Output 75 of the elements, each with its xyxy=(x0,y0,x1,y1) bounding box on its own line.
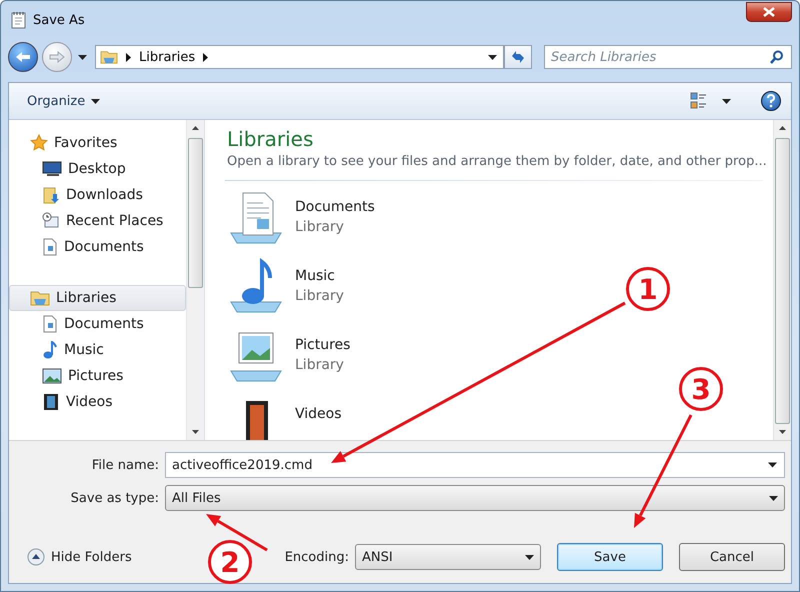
videos-library-icon xyxy=(245,400,269,440)
scroll-down-icon xyxy=(192,430,199,434)
film-strip-icon xyxy=(42,393,60,411)
refresh-button[interactable] xyxy=(504,45,532,69)
refresh-icon xyxy=(510,50,526,64)
library-name[interactable]: Videos xyxy=(295,404,342,424)
sidebar-item[interactable]: Downloads xyxy=(9,182,186,208)
field-label: Save as type: xyxy=(70,490,159,506)
caret-icon xyxy=(91,98,100,104)
picture-icon xyxy=(42,368,62,384)
breadcrumb-item[interactable]: Libraries xyxy=(139,50,196,64)
history-dropdown[interactable] xyxy=(76,54,89,60)
monitor-icon xyxy=(42,161,62,177)
details-view-icon xyxy=(690,92,708,110)
library-name[interactable]: Documents xyxy=(295,197,375,217)
scrollbar[interactable] xyxy=(186,120,204,440)
chevron-right-icon xyxy=(126,52,131,62)
collapse-icon xyxy=(27,548,45,566)
cancel-button[interactable]: Cancel xyxy=(679,543,785,571)
sidebar-item[interactable]: Documents xyxy=(9,311,186,337)
back-button[interactable] xyxy=(8,42,38,72)
library-folder-icon xyxy=(100,49,118,65)
close-icon xyxy=(763,7,775,17)
encoding-dropdown[interactable]: ANSI xyxy=(355,544,541,570)
star-icon xyxy=(30,134,48,152)
annotation-arrow xyxy=(206,514,268,552)
notepad-icon xyxy=(11,11,27,29)
library-type: Library xyxy=(295,287,344,306)
library-type: Library xyxy=(295,356,345,375)
folder-download-icon xyxy=(42,186,60,204)
save-button[interactable]: Save xyxy=(557,543,663,571)
library-name[interactable]: Pictures xyxy=(295,335,350,355)
library-description: Open a library to see your files and arrange them by folder, date, and other prop... xyxy=(227,153,768,171)
dropdown-caret-icon xyxy=(525,554,534,560)
sidebar-item[interactable]: Pictures xyxy=(9,363,186,389)
sidebar-group[interactable]: Favorites xyxy=(9,130,186,156)
field-label: Encoding: xyxy=(284,550,349,564)
library-folder-icon xyxy=(30,289,50,307)
library-heading: Libraries xyxy=(227,126,314,152)
sidebar-item[interactable]: Desktop xyxy=(9,156,186,182)
chevron-right-icon xyxy=(203,52,208,62)
dropdown-caret-icon xyxy=(78,54,87,60)
help-button[interactable] xyxy=(761,91,781,111)
back-arrow-icon xyxy=(15,51,31,63)
hide-folders-button[interactable]: Hide Folders xyxy=(25,546,134,568)
music-note-icon xyxy=(42,341,58,359)
sidebar-group[interactable]: Libraries xyxy=(9,285,186,311)
sidebar-item[interactable]: Documents xyxy=(9,234,186,260)
search-field[interactable]: Search Libraries xyxy=(544,45,792,69)
scroll-up-icon xyxy=(192,126,199,130)
save-type-dropdown[interactable]: All Files xyxy=(165,485,785,511)
window-title: Save As xyxy=(33,12,86,28)
sidebar-item[interactable]: Videos xyxy=(9,389,186,415)
help-icon xyxy=(766,94,776,108)
scroll-down-icon xyxy=(779,430,786,434)
forward-arrow-icon xyxy=(49,51,65,63)
caret-icon xyxy=(722,98,731,104)
file-name-field[interactable]: activeoffice2019.cmd xyxy=(165,452,785,478)
document-icon xyxy=(42,315,58,333)
dropdown-caret-icon xyxy=(768,462,777,468)
library-type: Library xyxy=(295,218,345,237)
scroll-up-icon xyxy=(779,126,786,130)
dropdown-caret-icon xyxy=(769,496,778,500)
address-bar[interactable]: Libraries xyxy=(95,45,504,69)
library-name[interactable]: Music xyxy=(295,266,344,286)
sidebar-item[interactable]: Recent Places xyxy=(9,208,186,234)
recent-places-icon xyxy=(42,212,60,230)
organize-button[interactable]: Organize xyxy=(23,90,104,112)
close-button[interactable] xyxy=(746,2,792,22)
sidebar-item[interactable]: Music xyxy=(9,337,186,363)
dropdown-caret-icon xyxy=(488,54,497,60)
search-icon xyxy=(770,50,784,64)
document-icon xyxy=(42,238,58,256)
scrollbar[interactable] xyxy=(773,120,791,440)
field-label: File name: xyxy=(90,458,159,472)
